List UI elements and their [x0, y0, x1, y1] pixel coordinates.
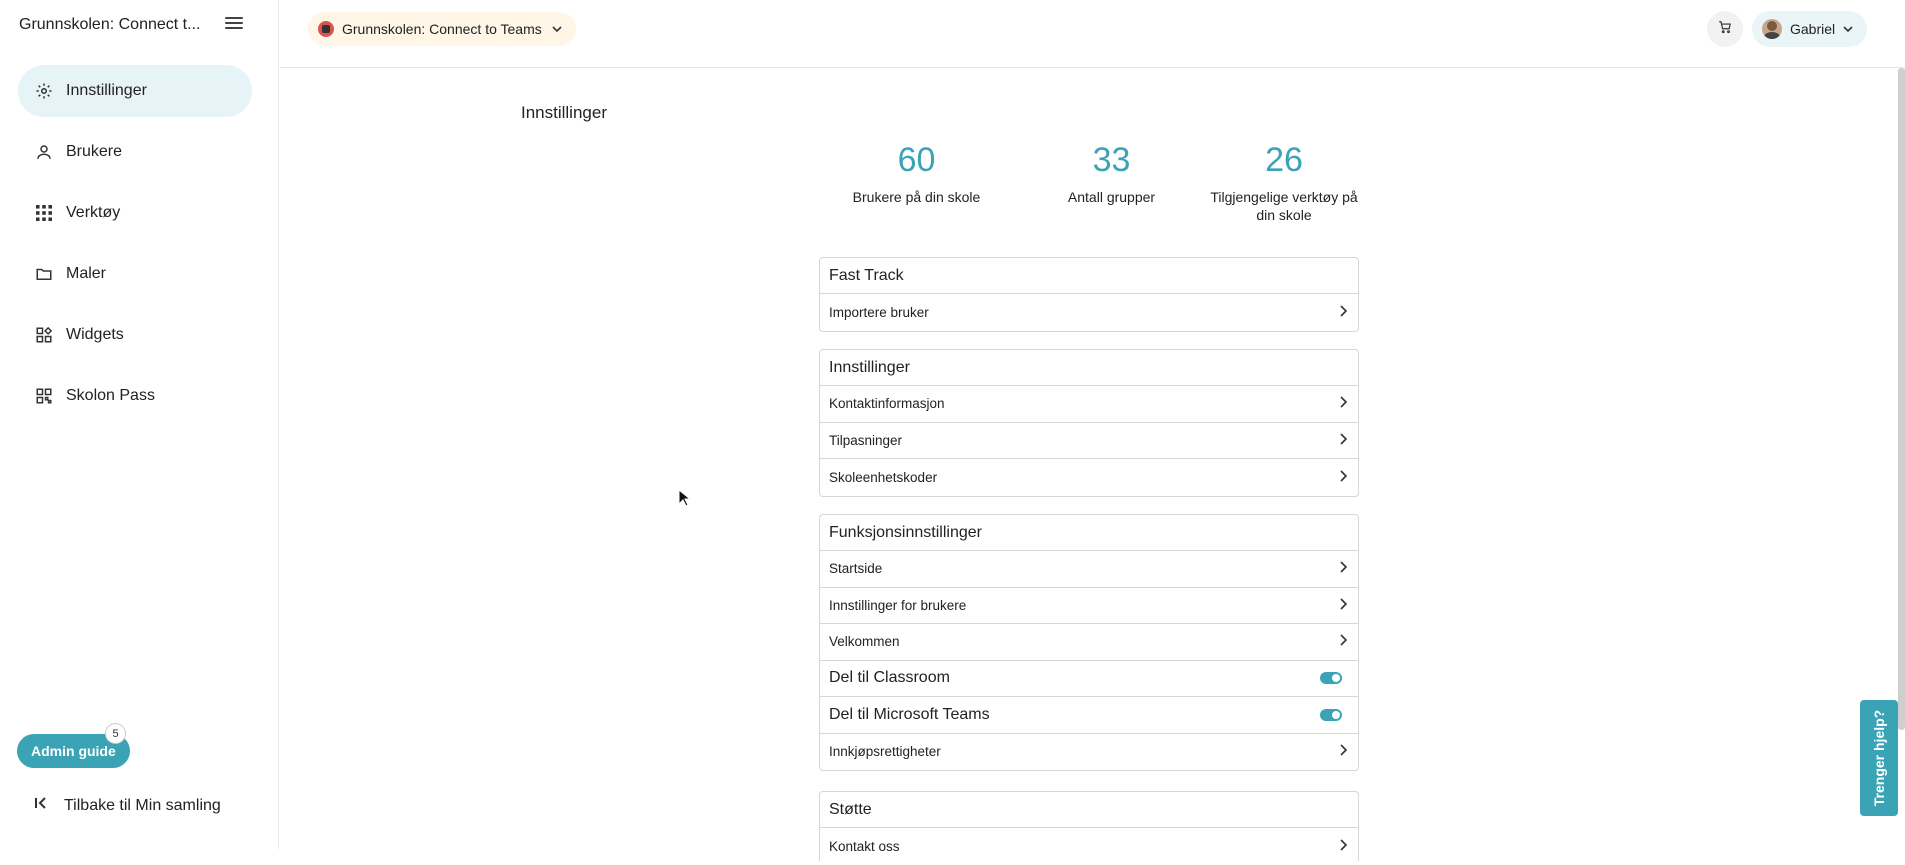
page-title: Innstillinger	[521, 103, 607, 122]
row-velkommen[interactable]: Velkommen	[820, 624, 1358, 661]
sidebar-item-innstillinger[interactable]: Innstillinger	[18, 65, 252, 117]
scrollbar[interactable]	[1898, 68, 1905, 730]
chevron-right-icon	[1338, 305, 1348, 320]
row-label: Del til Classroom	[829, 669, 950, 687]
sidebar-nav: Innstillinger Brukere Verktøy Maler Widg…	[18, 65, 252, 431]
row-label: Startside	[829, 561, 883, 577]
sidebar-item-widgets[interactable]: Widgets	[18, 309, 252, 361]
row-label: Velkommen	[829, 634, 900, 650]
row-label: Innstillinger for brukere	[829, 597, 967, 613]
row-label: Importere bruker	[829, 304, 929, 320]
section-title: Innstillinger	[820, 350, 1358, 386]
chevron-right-icon	[1338, 396, 1348, 411]
row-label: Innkjøpsrettigheter	[829, 744, 941, 760]
section-fast-track: Fast Track Importere bruker	[819, 257, 1359, 332]
stat-groups: 33 Antall grupper	[1014, 138, 1209, 224]
sidebar-item-skolon-pass[interactable]: Skolon Pass	[18, 370, 252, 422]
section-funksjonsinnstillinger: Funksjonsinnstillinger Startside Innstil…	[819, 514, 1359, 771]
help-tab[interactable]: Trenger hjelp?	[1860, 700, 1898, 816]
section-title: Støtte	[820, 792, 1358, 828]
avatar	[1762, 19, 1782, 39]
help-tab-label: Trenger hjelp?	[1871, 709, 1887, 807]
sidebar-item-label: Maler	[66, 265, 107, 282]
apps-grid-icon	[34, 203, 54, 223]
chevron-right-icon	[1338, 470, 1348, 485]
sidebar-item-label: Widgets	[66, 326, 124, 343]
section-innstillinger: Innstillinger Kontaktinformasjon Tilpasn…	[819, 349, 1359, 497]
row-innkjopsrettigheter[interactable]: Innkjøpsrettigheter	[820, 734, 1358, 771]
widgets-icon	[34, 325, 54, 345]
row-kontakt-oss[interactable]: Kontakt oss	[820, 828, 1358, 865]
collapse-left-icon	[34, 796, 48, 815]
stat-tools: 26 Tilgjengelige verktøy på din skole	[1209, 138, 1359, 224]
teams-toggle[interactable]	[1320, 708, 1342, 721]
stat-users: 60 Brukere på din skole	[819, 138, 1014, 224]
stat-value: 33	[1092, 141, 1131, 179]
row-label: Tilpasninger	[829, 432, 903, 448]
row-label: Kontaktinformasjon	[829, 396, 945, 412]
stat-value: 26	[1265, 141, 1303, 179]
chevron-right-icon	[1338, 598, 1348, 613]
row-tilpasninger[interactable]: Tilpasninger	[820, 423, 1358, 459]
sidebar-item-label: Verktøy	[66, 204, 121, 221]
person-icon	[34, 142, 54, 162]
sidebar-item-label: Brukere	[66, 143, 123, 160]
row-importere-bruker[interactable]: Importere bruker	[820, 294, 1358, 331]
sidebar-item-verktoy[interactable]: Verktøy	[18, 187, 252, 239]
school-selector[interactable]: Grunnskolen: Connect to Teams	[308, 12, 576, 46]
row-innstillinger-for-brukere[interactable]: Innstillinger for brukere	[820, 588, 1358, 624]
chevron-right-icon	[1338, 433, 1348, 448]
qr-code-icon	[34, 386, 54, 406]
chevron-right-icon	[1338, 839, 1348, 854]
stat-label: Brukere på din skole	[852, 189, 981, 205]
section-title: Fast Track	[820, 258, 1358, 294]
chevron-right-icon	[1338, 561, 1348, 576]
sidebar: Grunnskolen: Connect t... Innstillinger …	[0, 0, 279, 849]
folder-icon	[34, 264, 54, 284]
stats: 60 Brukere på din skole 33 Antall gruppe…	[819, 138, 1359, 224]
row-label: Kontakt oss	[829, 838, 900, 854]
school-name: Grunnskolen: Connect to Teams	[342, 21, 542, 37]
user-name: Gabriel	[1790, 21, 1836, 37]
sidebar-title: Grunnskolen: Connect t...	[19, 16, 199, 33]
topbar: Grunnskolen: Connect to Teams Gabriel	[280, 0, 1905, 68]
chevron-right-icon	[1338, 634, 1348, 649]
row-label: Del til Microsoft Teams	[829, 705, 990, 723]
sidebar-item-label: Innstillinger	[66, 82, 147, 99]
classroom-toggle[interactable]	[1320, 672, 1342, 685]
row-startside[interactable]: Startside	[820, 551, 1358, 588]
gear-icon	[34, 81, 54, 101]
row-del-til-classroom: Del til Classroom	[820, 661, 1358, 697]
back-to-collection-link[interactable]: Tilbake til Min samling	[34, 796, 221, 815]
cart-icon	[1718, 20, 1732, 39]
school-logo-icon	[318, 21, 334, 37]
chevron-down-icon	[1843, 21, 1853, 37]
chevron-right-icon	[1338, 744, 1348, 759]
back-label: Tilbake til Min samling	[64, 796, 221, 814]
row-del-til-microsoft-teams: Del til Microsoft Teams	[820, 697, 1358, 734]
user-menu-button[interactable]: Gabriel	[1752, 11, 1868, 47]
row-kontaktinformasjon[interactable]: Kontaktinformasjon	[820, 386, 1358, 423]
section-stotte: Støtte Kontakt oss	[819, 791, 1359, 861]
stat-label: Tilgjengelige verktøy på din skole	[1210, 189, 1358, 223]
mouse-cursor-icon	[678, 488, 692, 512]
row-label: Skoleenhetskoder	[829, 469, 938, 485]
chevron-down-icon	[552, 21, 562, 37]
sidebar-item-label: Skolon Pass	[66, 387, 155, 404]
row-skoleenhetskoder[interactable]: Skoleenhetskoder	[820, 459, 1358, 496]
sidebar-item-maler[interactable]: Maler	[18, 248, 252, 300]
sidebar-item-brukere[interactable]: Brukere	[18, 126, 252, 178]
admin-guide-badge: 5	[105, 723, 126, 744]
hamburger-menu-icon[interactable]	[225, 17, 243, 31]
cart-button[interactable]	[1707, 11, 1743, 47]
stat-value: 60	[897, 141, 936, 179]
stat-label: Antall grupper	[1067, 189, 1156, 205]
section-title: Funksjonsinnstillinger	[820, 515, 1358, 551]
